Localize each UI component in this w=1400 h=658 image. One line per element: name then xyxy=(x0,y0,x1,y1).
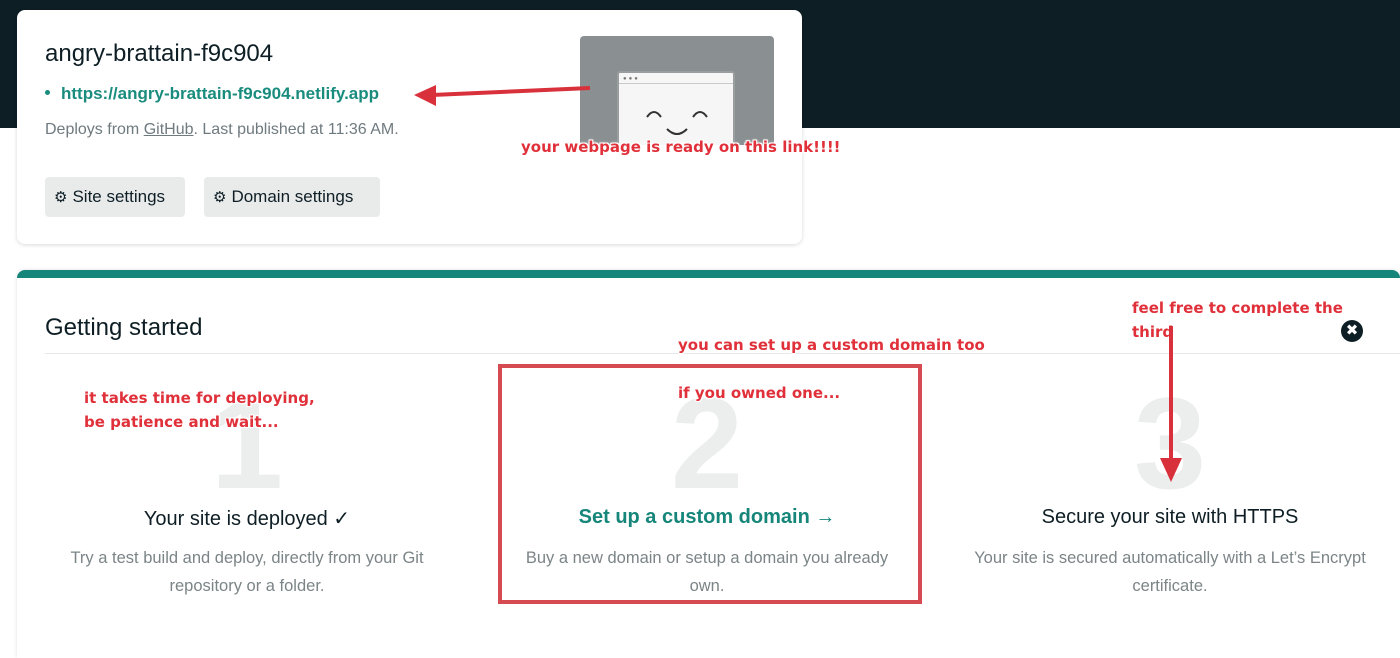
arrow-to-url xyxy=(414,85,591,106)
annotation-arrows xyxy=(414,85,1182,482)
arrow-to-step-three xyxy=(1160,326,1182,482)
